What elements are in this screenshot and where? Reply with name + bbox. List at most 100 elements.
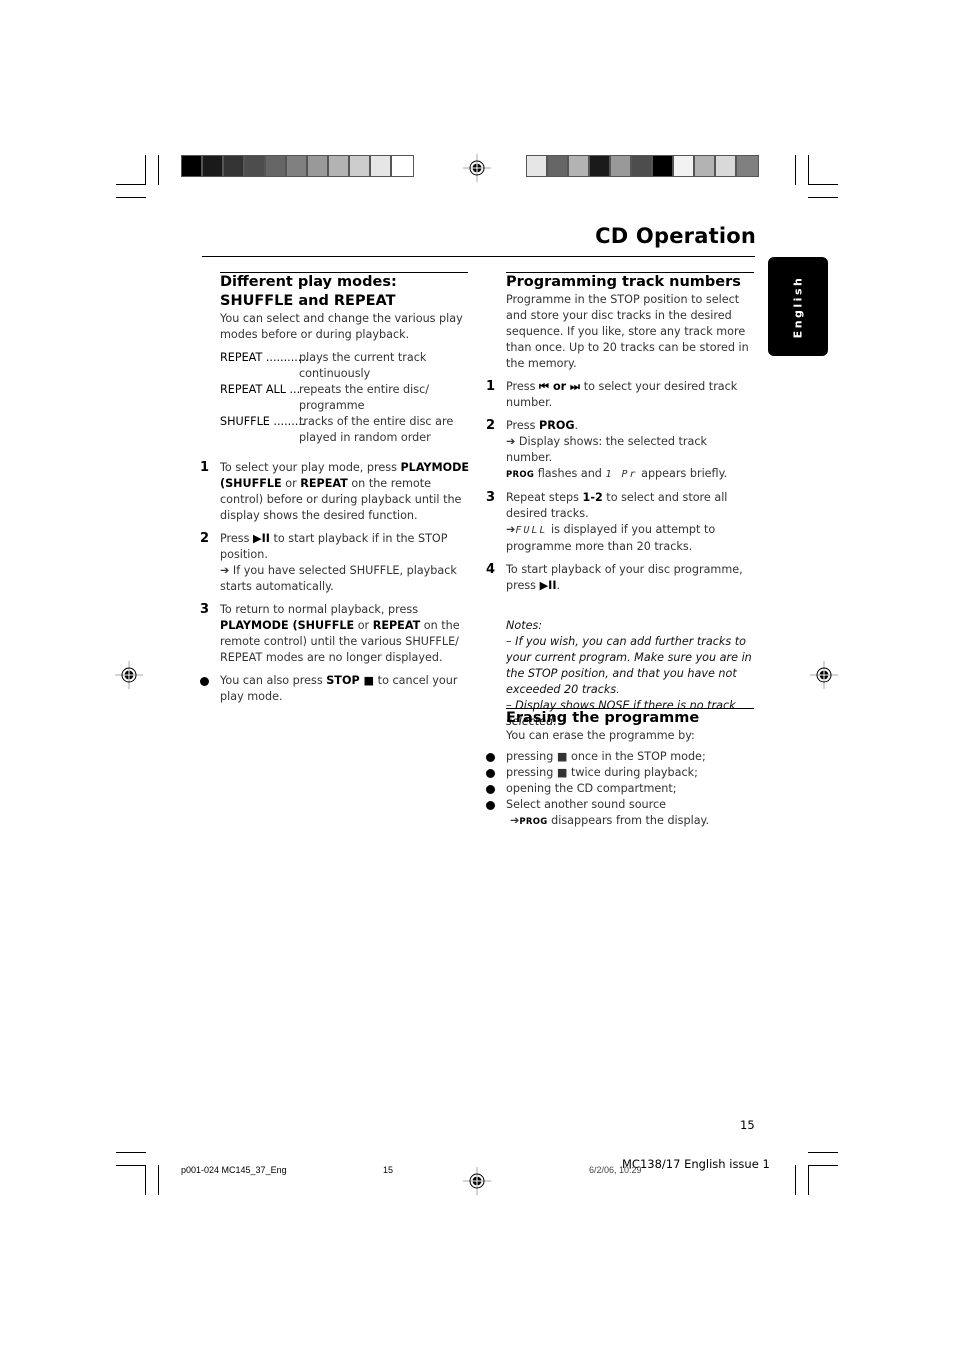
color-swatch (611, 156, 632, 176)
definition-term: REPEAT ............ (220, 351, 309, 364)
step-key: REPEAT (372, 619, 421, 632)
color-swatch (674, 156, 695, 176)
color-calibration-bar-right (526, 155, 759, 177)
crop-mark (808, 197, 838, 198)
bullet-text: Select another sound source (506, 798, 667, 811)
file-name: p001-024 MC145_37_Eng (181, 1165, 287, 1175)
crop-mark (158, 155, 159, 185)
bullet-icon (486, 785, 495, 794)
prog-indicator: PROG (519, 817, 548, 827)
definition-desc: repeats the entire disc/ programme (299, 383, 429, 412)
step-key: PLAYMODE (SHUFFLE (220, 619, 355, 632)
color-swatch (287, 156, 308, 176)
step-number: 2 (486, 418, 496, 433)
color-swatch (716, 156, 737, 176)
step-text: disappears from the display. (547, 814, 710, 827)
section-heading-erasing: Erasing the programme (506, 710, 700, 726)
erase-bullet: opening the CD compartment; (486, 781, 756, 797)
step-number: 1 (200, 460, 210, 475)
bullet-stop: You can also press STOP ■ to cancel your… (200, 673, 470, 705)
issue-label: MC138/17 English issue 1 (622, 1157, 770, 1171)
color-swatch (392, 156, 413, 176)
play-pause-icon: ▶II (539, 579, 557, 592)
step-number: 1 (486, 379, 496, 394)
skip-prev-next-icon: ⏮ or ⏭ (539, 380, 581, 393)
note-item: – If you wish, you can add further track… (506, 635, 752, 696)
file-page: 15 (383, 1165, 394, 1175)
crop-mark (116, 197, 146, 198)
left-column: Different play modes: SHUFFLE and REPEAT… (200, 273, 470, 705)
bullet-text: You can also press (220, 674, 327, 687)
color-swatch (548, 156, 569, 176)
intro-text: You can select and change the various pl… (220, 312, 463, 341)
arrow-icon: ➔ (510, 814, 520, 827)
language-tab: English (768, 257, 828, 356)
color-swatch (569, 156, 590, 176)
intro-text: Programme in the STOP position to select… (506, 293, 749, 370)
title-rule (202, 256, 755, 257)
color-swatch (653, 156, 674, 176)
registration-mark-icon (463, 154, 491, 182)
step-4: 4 To start playback of your disc program… (486, 562, 756, 594)
color-swatch (224, 156, 245, 176)
step-1: 1 Press ⏮ or ⏭ to select your desired tr… (486, 379, 756, 411)
crop-mark (158, 1165, 159, 1195)
step-text: or (281, 477, 301, 490)
step-3: 3 To return to normal playback, press PL… (200, 602, 470, 666)
step-2: 2 Press PROG. ➔ Display shows: the selec… (486, 418, 756, 483)
color-swatch (329, 156, 350, 176)
step-result: ➔ If you have selected SHUFFLE, playback… (220, 564, 457, 593)
section-heading-play-modes: Different play modes: SHUFFLE and REPEAT (220, 274, 397, 309)
color-swatch (632, 156, 653, 176)
crop-mark (145, 1165, 146, 1195)
step-text: appears briefly. (637, 467, 728, 480)
definition-desc: tracks of the entire disc are played in … (299, 415, 454, 444)
erase-bullet: pressing ■ once in the STOP mode; (486, 749, 756, 765)
play-pause-icon: ▶II (253, 532, 270, 545)
color-swatch (308, 156, 329, 176)
crop-mark (795, 155, 796, 185)
color-swatch (371, 156, 392, 176)
intro-text: You can erase the programme by: (506, 729, 695, 742)
color-swatch (182, 156, 203, 176)
arrow-icon: ➔ (506, 523, 516, 536)
bullet-icon (200, 677, 209, 686)
registration-mark-icon (810, 661, 838, 689)
play-mode-definitions: REPEAT ............ plays the current tr… (220, 350, 470, 446)
registration-mark-icon (463, 1167, 491, 1195)
step-3: 3 Repeat steps 1-2 to select and store a… (486, 490, 756, 555)
bullet-text: opening the CD compartment; (506, 782, 677, 795)
step-number: 4 (486, 562, 496, 577)
language-tab-label: English (791, 275, 805, 338)
definition-term: REPEAT ALL ... (220, 383, 301, 396)
registration-mark-icon (115, 661, 143, 689)
display-segment-text: FULL (515, 525, 548, 536)
bullet-icon (486, 769, 495, 778)
crop-mark (116, 1165, 146, 1166)
step-text: Press (506, 380, 539, 393)
notes-label: Notes: (506, 619, 543, 632)
crop-mark (116, 1152, 146, 1153)
step-key: 1-2 (582, 491, 603, 504)
definition-desc: plays the current track continuously (299, 351, 427, 380)
step-2: 2 Press ▶II to start playback if in the … (200, 531, 470, 595)
step-text: . (556, 579, 561, 592)
timestamp: 6/2/06, 10:29 (589, 1165, 642, 1175)
color-swatch (266, 156, 287, 176)
step-text: Press (506, 419, 539, 432)
prog-key: PROG (539, 419, 575, 432)
page-number: 15 (740, 1118, 755, 1132)
step-text: To select your play mode, press (220, 461, 401, 474)
color-swatch (203, 156, 224, 176)
color-swatch (695, 156, 716, 176)
step-text: Press (220, 532, 253, 545)
color-calibration-bar-left (181, 155, 414, 177)
color-swatch (737, 156, 758, 176)
definition-term: SHUFFLE ......... (220, 415, 306, 428)
step-text: To return to normal playback, press (220, 603, 419, 616)
stop-key: STOP ■ (326, 674, 375, 687)
step-text: flashes and (534, 467, 606, 480)
bullet-icon (486, 801, 495, 810)
step-text: . (574, 419, 579, 432)
step-text: Repeat steps (506, 491, 583, 504)
